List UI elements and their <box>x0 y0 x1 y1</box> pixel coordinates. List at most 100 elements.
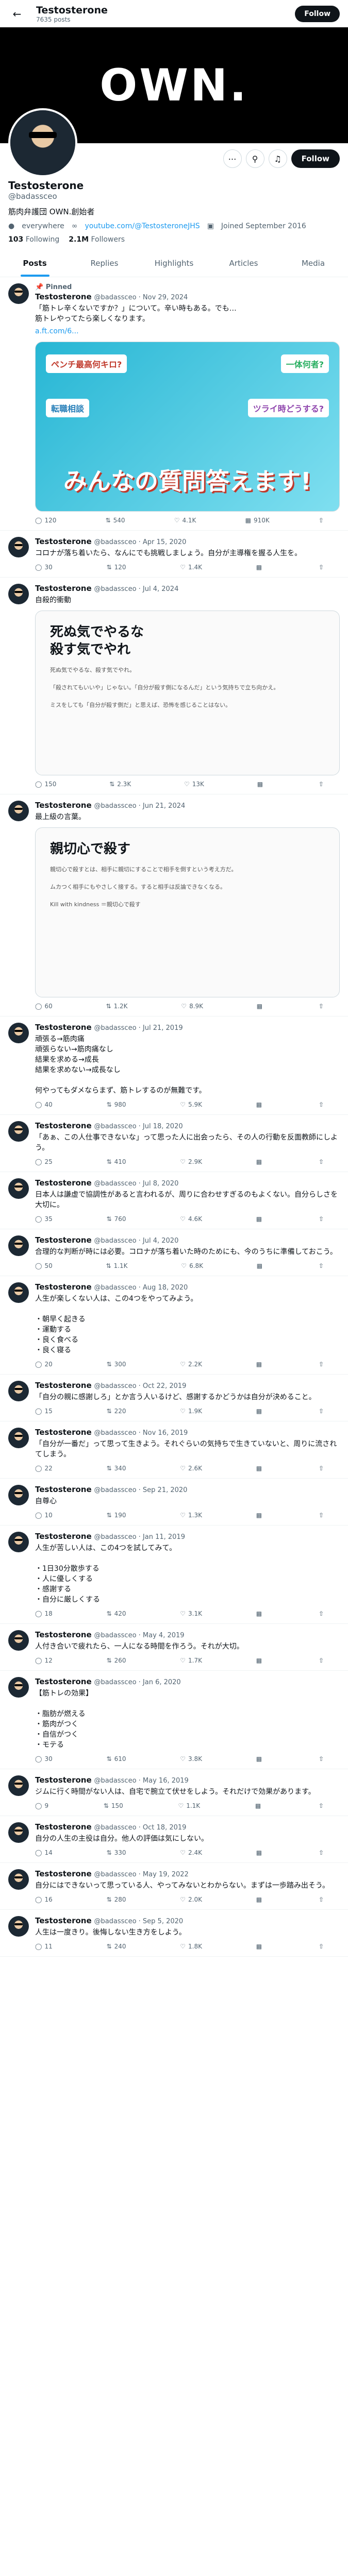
tweet-media-image[interactable]: ペンチ最高何キロ? 一体何者? 転職相談 ツライ時どうする? みんなの質問答えま… <box>35 342 340 512</box>
reply-button[interactable]: ◯ 25 <box>35 1158 53 1165</box>
repost-button[interactable]: ⇅ 2.3K <box>109 781 131 788</box>
repost-button[interactable]: ⇅ 420 <box>107 1610 126 1617</box>
like-button[interactable]: ♡ 3.8K <box>180 1755 202 1762</box>
reply-button[interactable]: ◯ 120 <box>35 517 56 524</box>
repost-button[interactable]: ⇅ 330 <box>107 1849 126 1856</box>
tweet-author-name[interactable]: Testosterone <box>35 1775 92 1785</box>
share-button[interactable]: ⇧ <box>319 1262 324 1269</box>
like-button[interactable]: ♡ 1.8K <box>180 1943 202 1950</box>
like-button[interactable]: ♡ 2.2K <box>180 1361 202 1368</box>
tab-replies[interactable]: Replies <box>70 250 139 277</box>
views-button[interactable]: ▩ <box>256 1610 264 1617</box>
share-button[interactable]: ⇧ <box>319 1465 324 1472</box>
tweet[interactable]: Testosterone @badassceo · Sep 5, 2020 人生… <box>0 1910 348 1957</box>
views-button[interactable]: ▩ <box>256 1755 264 1762</box>
share-button[interactable]: ⇧ <box>319 564 324 571</box>
tweet-media-image[interactable]: 死ぬ気でやるな 殺す気でやれ 死ぬ気でやるな、殺す気でやれ。 「殺されてもいいや… <box>35 611 340 775</box>
avatar[interactable] <box>8 801 29 821</box>
tweet[interactable]: Testosterone @badassceo · May 16, 2019 ジ… <box>0 1769 348 1816</box>
share-button[interactable]: ⇧ <box>319 1943 324 1950</box>
like-button[interactable]: ♡ 1.7K <box>180 1657 202 1664</box>
like-button[interactable]: ♡ 1.4K <box>180 564 202 571</box>
reply-button[interactable]: ◯ 16 <box>35 1896 53 1903</box>
tweet-author-name[interactable]: Testosterone <box>35 1677 92 1686</box>
repost-button[interactable]: ⇅ 610 <box>107 1755 126 1762</box>
reply-button[interactable]: ◯ 150 <box>35 781 56 788</box>
tweet[interactable]: Testosterone @badassceo · Jul 18, 2020 「… <box>0 1115 348 1172</box>
tab-articles[interactable]: Articles <box>209 250 278 277</box>
avatar[interactable] <box>8 1235 29 1256</box>
views-button[interactable]: ▩ <box>256 1361 264 1368</box>
like-button[interactable]: ♡ 6.8K <box>181 1262 203 1269</box>
reply-button[interactable]: ◯ 12 <box>35 1657 53 1664</box>
share-button[interactable]: ⇧ <box>319 1101 324 1108</box>
tweet[interactable]: Testosterone @badassceo · Jan 6, 2020 【筋… <box>0 1671 348 1769</box>
avatar[interactable] <box>8 1630 29 1651</box>
tweet-author-name[interactable]: Testosterone <box>35 1532 92 1541</box>
tweet-author-name[interactable]: Testosterone <box>35 1869 92 1878</box>
back-arrow-icon[interactable]: ← <box>8 5 26 23</box>
repost-button[interactable]: ⇅ 540 <box>106 517 125 524</box>
tweet[interactable]: Testosterone @badassceo · Jul 4, 2024 自殺… <box>0 578 348 794</box>
avatar[interactable] <box>8 1023 29 1043</box>
avatar[interactable] <box>8 1869 29 1890</box>
views-button[interactable]: ▩ <box>256 1512 264 1519</box>
tweet[interactable]: Testosterone @badassceo · Jul 8, 2020 日本… <box>0 1172 348 1229</box>
repost-button[interactable]: ⇅ 240 <box>107 1943 126 1950</box>
repost-button[interactable]: ⇅ 280 <box>107 1896 126 1903</box>
tweet[interactable]: Testosterone @badassceo · Aug 18, 2020 人… <box>0 1276 348 1375</box>
reply-button[interactable]: ◯ 60 <box>35 1003 53 1010</box>
share-button[interactable]: ⇧ <box>319 1003 324 1010</box>
share-button[interactable]: ⇧ <box>319 1657 324 1664</box>
like-button[interactable]: ♡ 4.6K <box>180 1215 202 1223</box>
tweet-author-name[interactable]: Testosterone <box>35 801 92 810</box>
tweet-author-name[interactable]: Testosterone <box>35 1916 92 1925</box>
tweet-media-image[interactable]: 親切心で殺す 親切心で殺すとは、相手に親切にすることで相手を倒すという考え方だ。… <box>35 827 340 997</box>
tweet[interactable]: Testosterone @badassceo · Jan 11, 2019 人… <box>0 1526 348 1624</box>
tab-posts[interactable]: Posts <box>0 250 70 277</box>
avatar[interactable] <box>8 1121 29 1142</box>
tweet[interactable]: Testosterone @badassceo · May 4, 2019 人付… <box>0 1624 348 1671</box>
tweet[interactable]: Testosterone @badassceo · Jul 21, 2019 頑… <box>0 1016 348 1115</box>
views-button[interactable]: ▩ <box>256 1408 264 1415</box>
tweet-author-name[interactable]: Testosterone <box>35 1178 92 1188</box>
like-button[interactable]: ♡ 2.6K <box>180 1465 202 1472</box>
share-button[interactable]: ⇧ <box>319 1512 324 1519</box>
search-icon[interactable]: ⚲ <box>245 149 264 168</box>
reply-button[interactable]: ◯ 50 <box>35 1262 53 1269</box>
avatar[interactable] <box>8 1775 29 1796</box>
repost-button[interactable]: ⇅ 980 <box>107 1101 126 1108</box>
tweet[interactable]: Testosterone @badassceo · Jul 4, 2020 合理… <box>0 1229 348 1276</box>
like-button[interactable]: ♡ 1.3K <box>180 1512 202 1519</box>
share-button[interactable]: ⇧ <box>319 1849 324 1856</box>
avatar[interactable] <box>8 1178 29 1199</box>
share-button[interactable]: ⇧ <box>319 1755 324 1762</box>
more-icon[interactable]: ⋯ <box>223 149 242 168</box>
reply-button[interactable]: ◯ 20 <box>35 1361 53 1368</box>
like-button[interactable]: ♡ 2.0K <box>180 1896 202 1903</box>
profile-link[interactable]: youtube.com/@TestosteroneJHS <box>85 222 200 230</box>
follow-button[interactable]: Follow <box>291 149 340 168</box>
views-button[interactable]: ▩ <box>256 1657 264 1664</box>
tweet-author-name[interactable]: Testosterone <box>35 1023 92 1032</box>
avatar[interactable] <box>8 584 29 604</box>
tweet-author-name[interactable]: Testosterone <box>35 1381 92 1390</box>
share-button[interactable]: ⇧ <box>319 1361 324 1368</box>
tweet[interactable]: Testosterone @badassceo · Nov 16, 2019 「… <box>0 1421 348 1479</box>
views-button[interactable]: ▩ <box>256 1158 264 1165</box>
tweet-author-name[interactable]: Testosterone <box>35 584 92 593</box>
tweet[interactable]: Testosterone @badassceo · Sep 21, 2020 自… <box>0 1479 348 1526</box>
tweet-author-name[interactable]: Testosterone <box>35 292 92 301</box>
views-button[interactable]: ▩ 910K <box>245 517 270 524</box>
views-button[interactable]: ▩ <box>256 1215 264 1223</box>
repost-button[interactable]: ⇅ 340 <box>107 1465 126 1472</box>
share-button[interactable]: ⇧ <box>319 1610 324 1617</box>
like-button[interactable]: ♡ 1.1K <box>178 1802 200 1809</box>
share-button[interactable]: ⇧ <box>319 517 324 524</box>
share-button[interactable]: ⇧ <box>319 1896 324 1903</box>
reply-button[interactable]: ◯ 40 <box>35 1101 53 1108</box>
repost-button[interactable]: ⇅ 1.1K <box>106 1262 128 1269</box>
tab-highlights[interactable]: Highlights <box>139 250 209 277</box>
repost-button[interactable]: ⇅ 150 <box>104 1802 123 1809</box>
like-button[interactable]: ♡ 13K <box>184 781 204 788</box>
